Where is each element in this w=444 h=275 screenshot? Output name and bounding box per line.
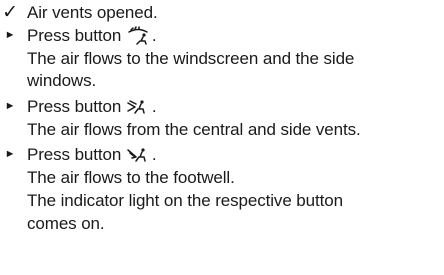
step-1-action-suffix: . [151,26,157,45]
step-2-action-suffix: . [151,97,157,116]
step-3-action-suffix: . [151,145,157,164]
precondition-text: Air vents opened. [27,3,158,22]
airflow-footwell-icon [126,145,152,164]
step-3-action-text: Press button [27,145,122,164]
airflow-central-vents-icon [126,97,152,116]
checkmark-icon: ✓ [2,2,18,23]
step-1-action-text: Press button [27,26,122,45]
step-arrow-icon: ► [4,148,16,160]
airflow-windscreen-icon [126,26,152,45]
step-2-action-text: Press button [27,97,122,116]
step-arrow-icon: ► [4,29,16,41]
step-arrow-icon: ► [4,100,16,112]
